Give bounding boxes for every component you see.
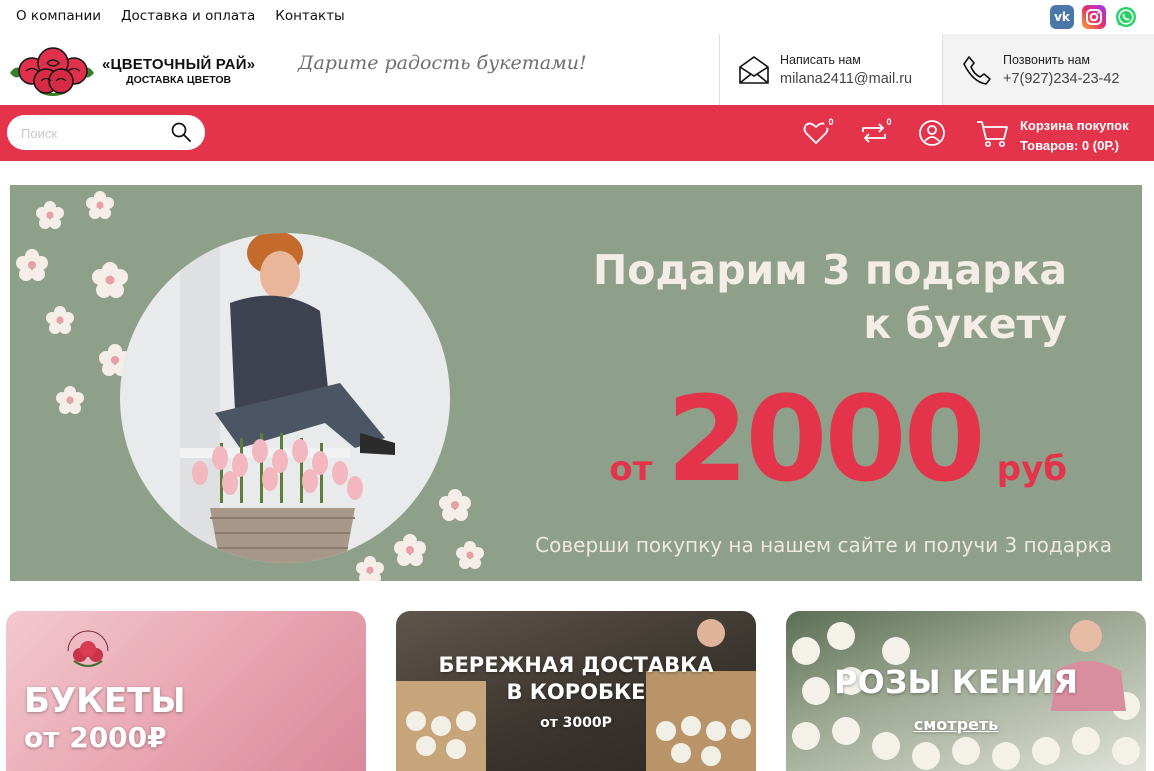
search-box (7, 115, 205, 150)
card-logo-icon (67, 630, 109, 667)
site-logo[interactable] (6, 43, 100, 97)
contact-phone-value: +7(927)234-23-42 (1003, 70, 1120, 87)
banner-price-value: 2000 (666, 370, 985, 508)
nav-link-about[interactable]: О компании (16, 8, 101, 24)
compare-button[interactable]: 0 (860, 115, 896, 149)
vk-icon[interactable]: vk (1050, 5, 1074, 29)
top-nav: О компании Доставка и оплата Контакты (16, 8, 345, 24)
search-input[interactable] (21, 123, 171, 143)
promo-banner[interactable]: Подарим 3 подарка к букету от 2000 руб С… (10, 185, 1142, 581)
contact-phone-label: Позвонить нам (1003, 52, 1091, 67)
cart-button[interactable] (976, 119, 1010, 149)
banner-price-prefix: от (609, 449, 653, 489)
compare-count-badge: 0 (882, 115, 896, 129)
banner-photo (120, 233, 450, 563)
card-bouquets-title: БУКЕТЫ (24, 681, 186, 721)
card-bouquets[interactable]: БУКЕТЫ от 2000₽ (6, 611, 366, 771)
site-header: «ЦВЕТОЧНЫЙ РАЙ» ДОСТАВКА ЦВЕТОВ Дарите р… (0, 34, 1154, 105)
top-bar: О компании Доставка и оплата Контакты vk (0, 0, 1154, 34)
main-toolbar: 0 0 Корзина покупок Товаров: 0 (0Р.) (0, 105, 1154, 161)
search-icon[interactable] (171, 122, 191, 142)
card-kenya-roses-title: РОЗЫ КЕНИЯ (834, 663, 1078, 701)
account-button[interactable] (918, 119, 948, 149)
banner-title-line2: к букету (863, 300, 1067, 348)
cart-summary[interactable]: Корзина покупок Товаров: 0 (0Р.) (1020, 116, 1129, 156)
favorites-button[interactable]: 0 (802, 115, 838, 149)
banner-price: от 2000 руб (609, 370, 1067, 508)
boy-with-tulips-illustration (180, 233, 395, 563)
favorites-count-badge: 0 (824, 115, 838, 129)
nav-link-contacts[interactable]: Контакты (275, 8, 344, 24)
instagram-icon[interactable] (1082, 5, 1106, 29)
slogan: Дарите радость букетами! (298, 52, 587, 74)
card-box-delivery-line2: В КОРОБКЕ (506, 680, 646, 704)
contact-mail-label: Написать нам (780, 52, 861, 67)
banner-title-line1: Подарим 3 подарка (592, 246, 1067, 294)
card-box-delivery-price: от 3000Р (540, 715, 612, 731)
brand-name: «ЦВЕТОЧНЫЙ РАЙ» (102, 56, 256, 73)
card-kenya-roses-link[interactable]: смотреть (786, 715, 1126, 734)
card-kenya-roses[interactable]: РОЗЫ КЕНИЯ смотреть (786, 611, 1146, 771)
banner-title: Подарим 3 подарка к букету (593, 243, 1067, 351)
contact-phone[interactable]: Позвонить нам +7(927)234-23-42 (942, 34, 1154, 105)
contact-mail[interactable]: Написать нам milana2411@mail.ru (719, 34, 942, 105)
cart-count: Товаров: 0 (0Р.) (1020, 138, 1119, 153)
social-links: vk (1050, 5, 1138, 29)
phone-icon (963, 55, 991, 85)
card-box-delivery[interactable]: БЕРЕЖНАЯ ДОСТАВКА В КОРОБКЕ от 3000Р (396, 611, 756, 771)
contact-mail-value: milana2411@mail.ru (780, 70, 913, 87)
envelope-icon (739, 55, 769, 84)
card-box-delivery-line1: БЕРЕЖНАЯ ДОСТАВКА (438, 653, 714, 677)
user-icon (919, 120, 945, 146)
brand-subtitle: ДОСТАВКА ЦВЕТОВ (126, 74, 232, 86)
nav-link-delivery[interactable]: Доставка и оплата (121, 8, 255, 24)
card-bouquets-price: от 2000₽ (24, 721, 167, 754)
whatsapp-icon[interactable] (1114, 5, 1138, 29)
cart-title: Корзина покупок (1020, 118, 1129, 133)
brand: «ЦВЕТОЧНЫЙ РАЙ» ДОСТАВКА ЦВЕТОВ (102, 56, 255, 86)
banner-price-suffix: руб (996, 449, 1067, 489)
cart-icon (977, 121, 1008, 147)
banner-subtitle: Соверши покупку на нашем сайте и получи … (535, 533, 1112, 557)
